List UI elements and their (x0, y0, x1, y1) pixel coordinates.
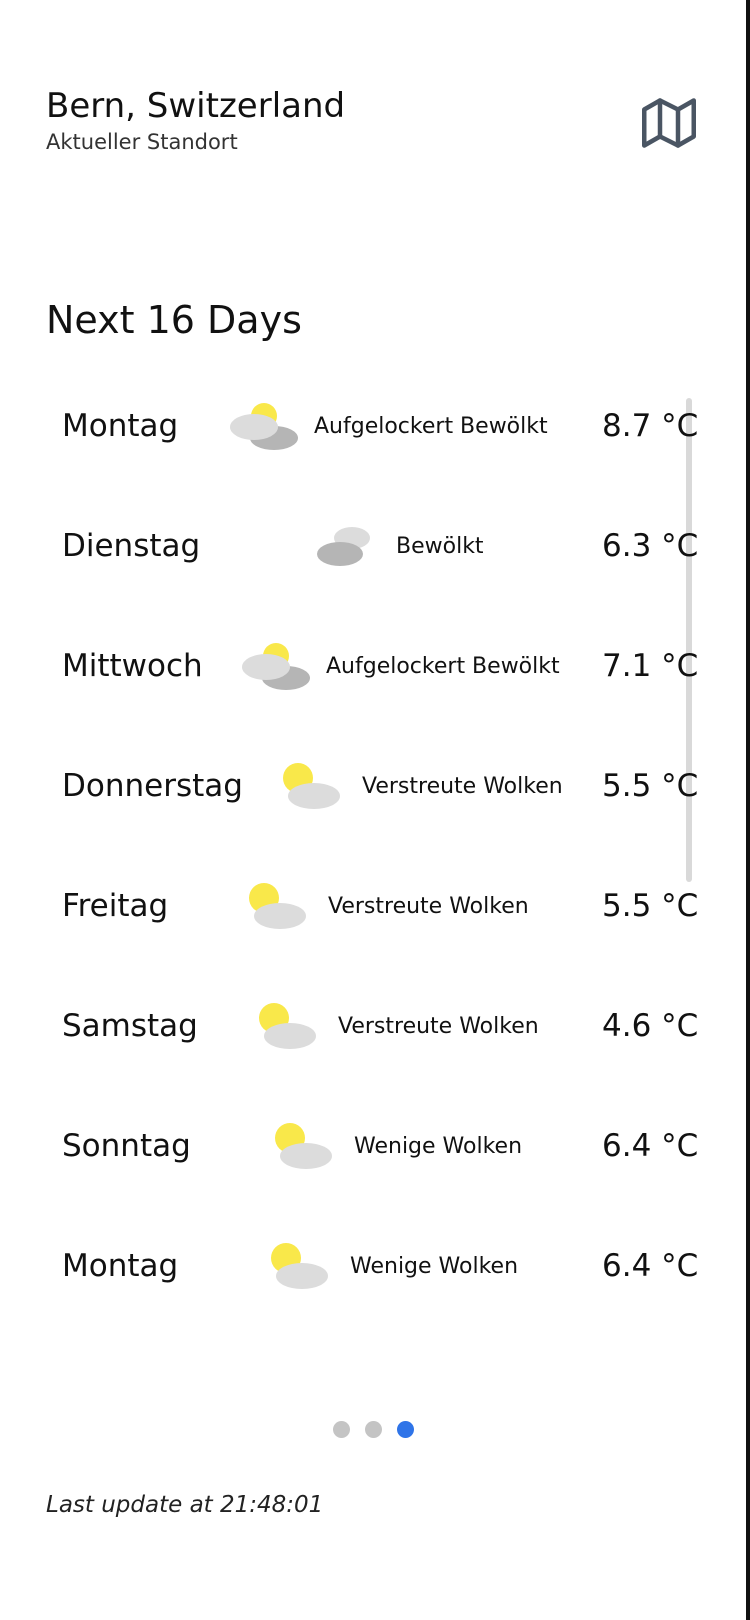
partly-cloudy-icon (259, 1003, 316, 1049)
forecast-row: Samstag Verstreute Wolken 4.6 °C (0, 968, 700, 1088)
forecast-row: Montag Aufgelockert Bewölkt 8.7 °C (0, 368, 700, 488)
sun-behind-cloud-overcast-icon (242, 643, 310, 690)
forecast-row: Dienstag Bewölkt 6.3 °C (0, 488, 700, 608)
temperature: 6.4 °C (602, 1248, 699, 1284)
condition-text: Verstreute Wolken (362, 773, 563, 799)
condition-text: Verstreute Wolken (328, 893, 529, 919)
forecast-row: Mittwoch Aufgelockert Bewölkt 7.1 °C (0, 608, 700, 728)
temperature: 5.5 °C (602, 888, 699, 924)
weather-summary: Wenige Wolken (272, 1088, 522, 1204)
weather-summary: Bewölkt (316, 488, 484, 604)
day-name: Samstag (62, 1008, 198, 1044)
partly-cloudy-icon (249, 883, 306, 929)
forecast-row: Freitag Verstreute Wolken 5.5 °C (0, 848, 700, 968)
condition-text: Verstreute Wolken (338, 1013, 539, 1039)
weather-summary: Aufgelockert Bewölkt (224, 368, 548, 484)
sun-behind-cloud-overcast-icon (230, 403, 298, 450)
page-dot[interactable] (365, 1421, 382, 1438)
location-header: Bern, Switzerland Aktueller Standort (46, 84, 345, 154)
forecast-title: Next 16 Days (46, 298, 302, 342)
forecast-list[interactable]: Montag Aufgelockert Bewölkt 8.7 °C Diens… (0, 368, 700, 1328)
map-button[interactable] (642, 96, 696, 150)
condition-text: Aufgelockert Bewölkt (326, 653, 560, 679)
temperature: 7.1 °C (602, 648, 699, 684)
day-name: Montag (62, 1248, 179, 1284)
last-update-text: Last update at 21:48:01 (46, 1492, 324, 1518)
temperature: 6.4 °C (602, 1128, 699, 1164)
page-dot-active[interactable] (397, 1421, 414, 1438)
window-edge (746, 0, 750, 1620)
weather-summary: Aufgelockert Bewölkt (236, 608, 560, 724)
day-name: Montag (62, 408, 179, 444)
page-dot[interactable] (333, 1421, 350, 1438)
partly-cloudy-icon (283, 763, 340, 809)
weather-summary: Verstreute Wolken (246, 848, 529, 964)
partly-cloudy-icon (275, 1123, 332, 1169)
day-name: Dienstag (62, 528, 201, 564)
day-name: Mittwoch (62, 648, 203, 684)
condition-text: Aufgelockert Bewölkt (314, 413, 548, 439)
page-indicator (333, 1421, 414, 1438)
map-icon (642, 98, 696, 148)
condition-text: Bewölkt (396, 533, 484, 559)
forecast-row: Donnerstag Verstreute Wolken 5.5 °C (0, 728, 700, 848)
day-name: Sonntag (62, 1128, 191, 1164)
location-subtitle: Aktueller Standort (46, 130, 238, 154)
condition-text: Wenige Wolken (354, 1133, 523, 1159)
cloudy-icon (317, 527, 370, 566)
weather-summary: Verstreute Wolken (256, 968, 539, 1084)
temperature: 5.5 °C (602, 768, 699, 804)
temperature: 4.6 °C (602, 1008, 699, 1044)
forecast-row: Montag Wenige Wolken 6.4 °C (0, 1208, 700, 1328)
partly-cloudy-icon (271, 1243, 328, 1289)
condition-text: Wenige Wolken (350, 1253, 519, 1279)
weather-summary: Wenige Wolken (268, 1208, 518, 1324)
weather-summary: Verstreute Wolken (280, 728, 563, 844)
temperature: 8.7 °C (602, 408, 699, 444)
temperature: 6.3 °C (602, 528, 699, 564)
day-name: Donnerstag (62, 768, 243, 804)
forecast-row: Sonntag Wenige Wolken 6.4 °C (0, 1088, 700, 1208)
city-name: Bern, Switzerland (46, 86, 346, 126)
day-name: Freitag (62, 888, 169, 924)
